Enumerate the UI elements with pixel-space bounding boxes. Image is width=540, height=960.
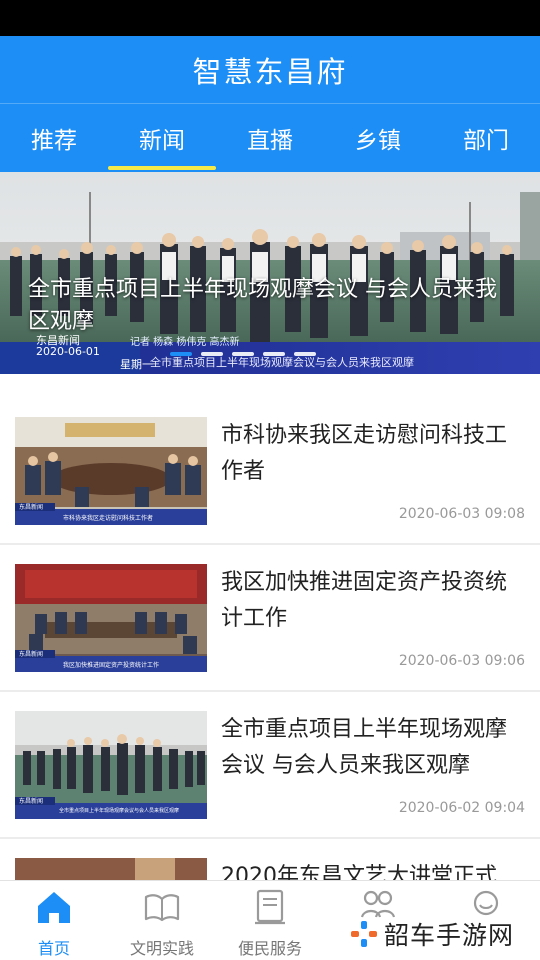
category-tab-bar: 推荐 新闻 直播 乡镇 部门 xyxy=(0,104,540,172)
news-time: 2020-06-02 09:04 xyxy=(398,800,525,816)
tab-label: 新闻 xyxy=(139,128,185,154)
banner-ticker: 全市重点项目上半年现场观摩会议与会人员来我区观摩 xyxy=(150,356,414,369)
thumb-station: 东昌新闻 xyxy=(19,651,44,658)
news-time: 2020-06-03 09:08 xyxy=(398,506,525,522)
nav-label: 文明实践 xyxy=(129,939,194,958)
nav-public-service[interactable]: 便民服务 xyxy=(216,881,324,960)
tab-live[interactable]: 直播 xyxy=(216,104,324,172)
app-title: 智慧东昌府 xyxy=(192,54,348,89)
tab-label: 乡镇 xyxy=(355,128,401,154)
carousel-dot[interactable] xyxy=(294,352,316,356)
news-list: 东昌新闻 市科协来我区走访慰问科技工作者 市科协来我区走访慰问科技工作者 202… xyxy=(0,398,540,960)
tab-news[interactable]: 新闻 xyxy=(108,104,216,172)
nav-label: 便民服务 xyxy=(237,939,302,958)
tab-label: 直播 xyxy=(247,128,293,154)
news-title: 市科协来我区走访慰问科技工作者 xyxy=(221,423,508,484)
watermark-text: 韶车手游网 xyxy=(384,921,515,950)
tab-towns[interactable]: 乡镇 xyxy=(324,104,432,172)
tab-label: 部门 xyxy=(463,128,509,154)
banner-weekday: 星期一 xyxy=(120,358,153,371)
thumb-caption: 市科协来我区走访慰问科技工作者 xyxy=(63,515,154,522)
tab-label: 推荐 xyxy=(31,128,77,154)
banner-photo xyxy=(0,172,540,374)
tab-recommend[interactable]: 推荐 xyxy=(0,104,108,172)
carousel-dot[interactable] xyxy=(263,352,285,356)
banner-date: 2020-06-01 xyxy=(36,345,100,358)
news-title: 全市重点项目上半年现场观摩会议 与会人员来我区观摩 xyxy=(221,717,508,778)
nav-civilization-practice[interactable]: 文明实践 xyxy=(108,881,216,960)
news-title: 我区加快推进固定资产投资统计工作 xyxy=(221,570,508,631)
thumb-caption: 我区加快推进固定资产投资统计工作 xyxy=(63,662,160,669)
document-icon xyxy=(255,889,285,925)
thumb-station: 东昌新闻 xyxy=(19,798,44,805)
thumb-caption: 全市重点项目上半年现场观摩会议与会人员来我区观摩 xyxy=(59,808,180,814)
home-icon xyxy=(38,892,70,923)
banner-caption: 全市重点项目上半年现场观摩会议 与会人员来我区观摩 xyxy=(28,277,497,334)
status-bar xyxy=(0,0,540,36)
carousel-dot[interactable] xyxy=(170,352,192,356)
news-thumbnail: 东昌新闻 市科协来我区走访慰问科技工作者 xyxy=(15,417,207,525)
thumb-station: 东昌新闻 xyxy=(19,504,44,511)
book-icon xyxy=(144,894,180,922)
site-watermark: 韶车手游网 xyxy=(350,916,514,952)
nav-label: 首页 xyxy=(37,939,70,958)
news-item[interactable]: 东昌新闻 市科协来我区走访慰问科技工作者 市科协来我区走访慰问科技工作者 202… xyxy=(0,398,540,545)
carousel-indicator xyxy=(170,352,316,356)
app-header: 智慧东昌府 xyxy=(0,36,540,104)
news-thumbnail: 东昌新闻 全市重点项目上半年现场观摩会议与会人员来我区观摩 xyxy=(15,711,207,819)
headline-banner[interactable]: 全市重点项目上半年现场观摩会议 与会人员来我区观摩 东昌新闻 记者 杨森 杨伟克… xyxy=(0,172,540,374)
nav-home[interactable]: 首页 xyxy=(0,881,108,960)
banner-credit: 记者 杨森 杨伟克 高杰新 xyxy=(130,337,240,348)
carousel-dot[interactable] xyxy=(201,352,223,356)
watermark-logo-icon xyxy=(351,921,377,947)
tab-departments[interactable]: 部门 xyxy=(432,104,540,172)
section-divider xyxy=(0,374,540,398)
news-item[interactable]: 东昌新闻 我区加快推进固定资产投资统计工作 我区加快推进固定资产投资统计工作 2… xyxy=(0,545,540,692)
news-thumbnail: 东昌新闻 我区加快推进固定资产投资统计工作 xyxy=(15,564,207,672)
carousel-dot[interactable] xyxy=(232,352,254,356)
news-item[interactable]: 东昌新闻 全市重点项目上半年现场观摩会议与会人员来我区观摩 全市重点项目上半年现… xyxy=(0,692,540,839)
news-time: 2020-06-03 09:06 xyxy=(398,653,525,669)
